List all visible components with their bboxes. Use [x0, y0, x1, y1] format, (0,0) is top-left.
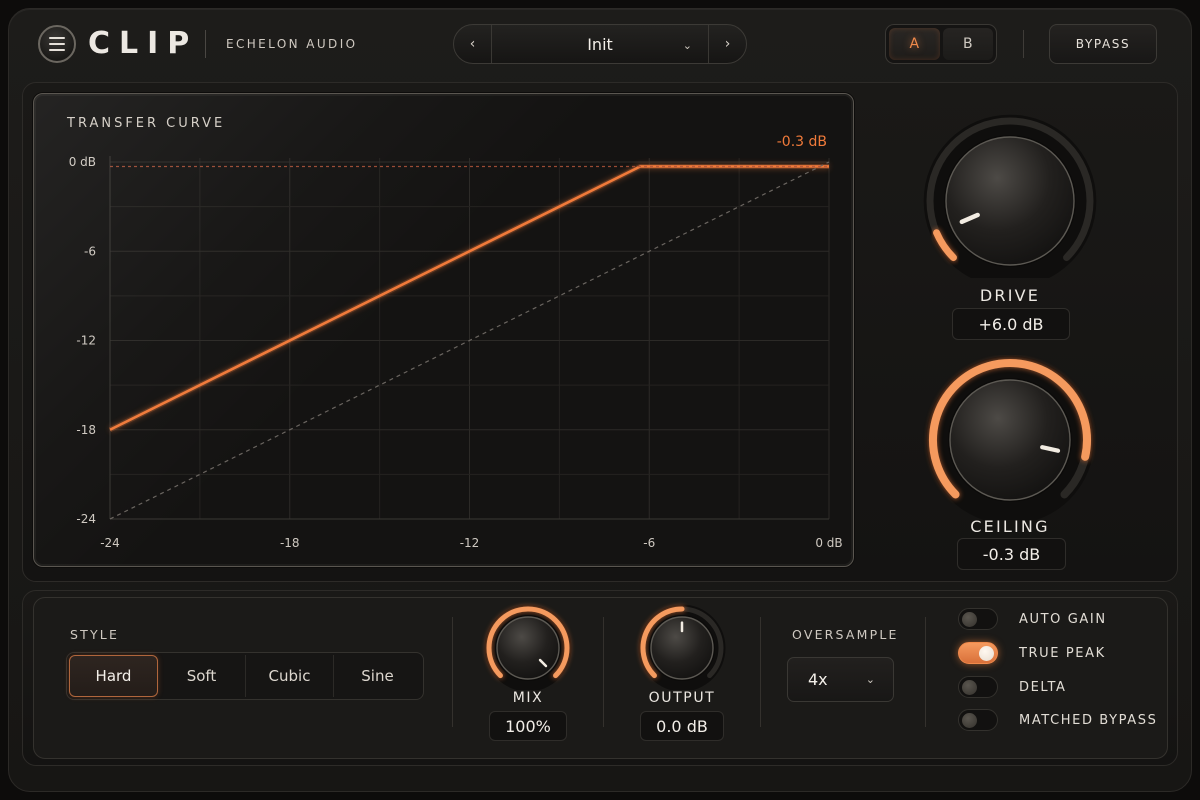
delta-toggle[interactable]	[958, 676, 998, 698]
preset-name: Init	[587, 34, 613, 54]
mix-knob-container	[478, 600, 578, 692]
oversample-value: 4x	[808, 670, 828, 689]
drive-value[interactable]: +6.0 dB	[952, 308, 1070, 340]
toggle-matched-bypass: MATCHED BYPASS	[958, 708, 1156, 732]
section-divider	[760, 617, 761, 727]
style-option-soft[interactable]: Soft	[158, 655, 246, 697]
hamburger-icon	[49, 37, 65, 39]
x-tick-label: -24	[100, 536, 120, 550]
brand-name: ECHELON AUDIO	[226, 37, 358, 51]
style-option-sine[interactable]: Sine	[334, 655, 421, 697]
transfer-curve-display: 0 dB -6 -12 -18 -24 -24 -18 -12 -6 0 dB -0.3 dB T…	[33, 93, 854, 567]
x-tick-label: 0 dB	[815, 536, 842, 550]
mix-knob[interactable]	[478, 600, 578, 692]
mix-label: MIX	[512, 690, 544, 706]
preset-dropdown[interactable]: Init ⌄	[492, 25, 708, 63]
style-label: STYLE	[70, 627, 120, 642]
true-peak-toggle[interactable]	[958, 642, 998, 664]
y-tick-label: -18	[76, 423, 96, 437]
chevron-down-icon: ⌄	[682, 39, 692, 52]
preset-selector: ‹ Init ⌄ ›	[453, 24, 747, 64]
style-option-cubic[interactable]: Cubic	[246, 655, 334, 697]
app-title: CLIP	[88, 26, 199, 61]
header-divider	[205, 30, 206, 58]
y-tick-label: 0 dB	[69, 155, 96, 169]
drive-knob-container	[910, 108, 1110, 288]
toggle-delta: DELTA	[958, 675, 1065, 699]
ceiling-knob[interactable]	[910, 355, 1110, 525]
transfer-curve-chart: 0 dB -6 -12 -18 -24 -24 -18 -12 -6 0 dB -0.3 dB	[69, 134, 843, 550]
toggle-auto-gain: AUTO GAIN	[958, 607, 1105, 631]
mix-value[interactable]: 100%	[489, 711, 567, 741]
ceiling-readout: -0.3 dB	[777, 134, 827, 150]
true-peak-label: TRUE PEAK	[1019, 645, 1106, 661]
ceiling-knob-container	[910, 355, 1110, 525]
knob-body	[496, 616, 560, 680]
drive-label: DRIVE	[979, 286, 1041, 305]
matched-bypass-label: MATCHED BYPASS	[1019, 712, 1158, 728]
style-option-hard[interactable]: Hard	[69, 655, 158, 697]
preset-prev-button[interactable]: ‹	[454, 25, 492, 63]
y-tick-label: -24	[76, 512, 96, 526]
chevron-right-icon: ›	[724, 36, 731, 52]
auto-gain-toggle[interactable]	[958, 608, 998, 630]
output-knob[interactable]	[632, 600, 732, 692]
oversample-label: OVERSAMPLE	[792, 627, 899, 642]
x-tick-label: -6	[643, 536, 655, 550]
x-tick-label: -12	[460, 536, 480, 550]
output-knob-container	[632, 600, 732, 692]
drive-knob[interactable]	[910, 108, 1110, 288]
menu-button[interactable]	[38, 25, 76, 63]
matched-bypass-toggle[interactable]	[958, 709, 998, 731]
knob-body	[945, 136, 1075, 266]
ab-compare-group: A B	[885, 24, 997, 64]
style-segmented-control: Hard Soft Cubic Sine	[66, 652, 424, 700]
output-label: OUTPUT	[648, 690, 716, 706]
preset-next-button[interactable]: ›	[708, 25, 746, 63]
section-divider	[603, 617, 604, 727]
auto-gain-label: AUTO GAIN	[1019, 611, 1107, 627]
graph-title: TRANSFER CURVE	[67, 116, 226, 131]
chevron-left-icon: ‹	[469, 36, 476, 52]
chevron-down-icon: ⌄	[865, 673, 875, 686]
toggle-true-peak: TRUE PEAK	[958, 641, 1104, 665]
ceiling-label: CEILING	[970, 517, 1050, 536]
knob-body	[949, 379, 1071, 501]
output-value[interactable]: 0.0 dB	[640, 711, 724, 741]
delta-label: DELTA	[1019, 679, 1067, 695]
header-divider	[1023, 30, 1024, 58]
bypass-button[interactable]: BYPASS	[1049, 24, 1157, 64]
y-tick-label: -6	[84, 244, 96, 258]
a-button[interactable]: A	[889, 28, 940, 60]
oversample-dropdown[interactable]: 4x ⌄	[787, 657, 894, 702]
section-divider	[452, 617, 453, 727]
x-tick-label: -18	[280, 536, 300, 550]
y-tick-label: -12	[76, 334, 96, 348]
ceiling-value[interactable]: -0.3 dB	[957, 538, 1066, 570]
b-button[interactable]: B	[942, 28, 993, 60]
section-divider	[925, 617, 926, 727]
